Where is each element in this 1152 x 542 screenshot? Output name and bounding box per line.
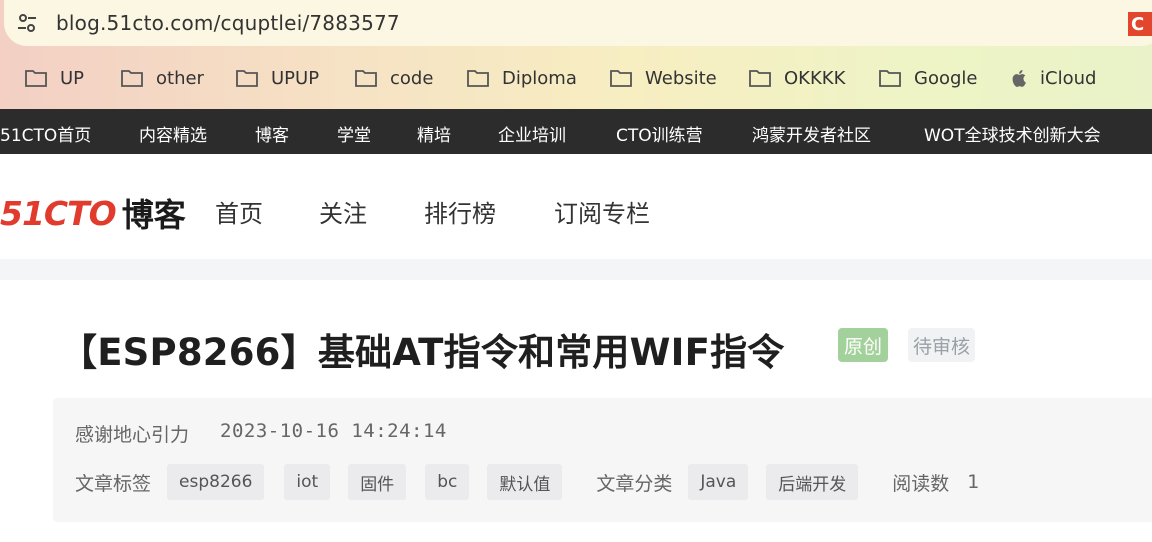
reads-count: 1: [967, 471, 980, 493]
author-name[interactable]: 感谢地心引力: [75, 420, 189, 447]
bookmark-label: OKKKK: [784, 67, 846, 89]
bookmark-folder-up[interactable]: UP: [24, 55, 84, 101]
bookmark-label: other: [156, 67, 204, 89]
folder-icon: [121, 70, 143, 87]
article-header: 【ESP8266】基础AT指令和常用WIF指令 原创 待审核 感谢地心引力 20…: [0, 280, 1152, 542]
publish-date: 2023-10-16 14:24:14: [220, 420, 447, 442]
folder-icon: [610, 70, 632, 87]
topnav-harmony[interactable]: 鸿蒙开发者社区: [752, 121, 871, 146]
bookmark-folder-code[interactable]: code: [354, 55, 433, 101]
topnav-wot[interactable]: WOT全球技术创新大会: [924, 121, 1101, 146]
bookmark-label: code: [390, 67, 434, 89]
bookmark-label: iCloud: [1040, 67, 1097, 89]
section-divider: [0, 259, 1152, 280]
tag-default-value[interactable]: 默认值: [487, 464, 563, 500]
topnav-51cto-home[interactable]: 51CTO首页: [0, 121, 91, 146]
topnav-training[interactable]: 精培: [417, 121, 451, 146]
nav-follow[interactable]: 关注: [319, 194, 367, 229]
folder-icon: [467, 70, 489, 87]
folder-icon: [879, 70, 901, 87]
bookmark-folder-other[interactable]: other: [120, 55, 204, 101]
bookmark-label: UPUP: [271, 67, 320, 89]
tags-row: 文章标签 esp8266 iot 固件 bc 默认值 文章分类 Java 后端开…: [75, 464, 979, 500]
topnav-edu[interactable]: 学堂: [337, 121, 371, 146]
folder-icon: [25, 70, 47, 87]
topnav-enterprise[interactable]: 企业培训: [498, 121, 566, 146]
url-text[interactable]: blog.51cto.com/cquptlei/7883577: [56, 11, 400, 35]
bookmark-folder-diploma[interactable]: Diploma: [466, 55, 577, 101]
logo-text-blog: 博客: [121, 196, 186, 234]
category-java[interactable]: Java: [688, 464, 749, 500]
topnav-cto-camp[interactable]: CTO训练营: [616, 121, 703, 146]
logo-text-51cto: 51CTO: [0, 193, 117, 233]
folder-icon: [749, 70, 771, 87]
bookmarks-bar: UP other UPUP code Diploma Website OKKKK: [0, 55, 1152, 101]
site-info-icon[interactable]: [4, 0, 50, 46]
topnav-featured[interactable]: 内容精选: [139, 121, 207, 146]
browser-chrome: blog.51cto.com/cquptlei/7883577 UP other…: [0, 0, 1152, 109]
topnav-blog[interactable]: 博客: [255, 121, 289, 146]
site-logo[interactable]: 51CTO 博客: [0, 190, 186, 236]
nav-home[interactable]: 首页: [215, 194, 263, 229]
bookmark-partial[interactable]: C: [1128, 12, 1152, 36]
tags-label: 文章标签: [75, 472, 152, 495]
bookmark-folder-okkkk[interactable]: OKKKK: [748, 55, 845, 101]
tag-firmware[interactable]: 固件: [348, 464, 407, 500]
article-title: 【ESP8266】基础AT指令和常用WIF指令: [60, 331, 785, 374]
article-meta: 感谢地心引力 2023-10-16 14:24:14 文章标签 esp8266 …: [53, 398, 1152, 522]
bookmark-icloud[interactable]: iCloud: [1010, 55, 1096, 101]
site-header: 51CTO 博客 首页 关注 排行榜 订阅专栏: [0, 154, 1152, 260]
bookmark-label: Google: [914, 67, 978, 89]
bookmark-folder-website[interactable]: Website: [609, 55, 717, 101]
bookmark-label: Diploma: [502, 67, 577, 89]
bookmark-label: Website: [645, 67, 717, 89]
site-top-nav: 51CTO首页 内容精选 博客 学堂 精培 企业培训 CTO训练营 鸿蒙开发者社…: [0, 109, 1152, 154]
nav-subscribe-column[interactable]: 订阅专栏: [554, 194, 650, 229]
address-bar[interactable]: blog.51cto.com/cquptlei/7883577: [4, 0, 1152, 46]
folder-icon: [236, 70, 258, 87]
category-backend[interactable]: 后端开发: [766, 464, 859, 500]
nav-ranking[interactable]: 排行榜: [424, 194, 496, 229]
tag-iot[interactable]: iot: [284, 464, 331, 500]
reads-label: 阅读数: [892, 472, 950, 495]
tag-bc[interactable]: bc: [425, 464, 470, 500]
apple-icon: [1012, 70, 1026, 87]
tag-esp8266[interactable]: esp8266: [167, 464, 265, 500]
original-badge: 原创: [838, 328, 889, 362]
bookmark-folder-google[interactable]: Google: [878, 55, 977, 101]
folder-icon: [355, 70, 377, 87]
bookmark-label: UP: [60, 67, 85, 89]
pending-review-badge: 待审核: [908, 328, 976, 362]
bookmark-folder-upup[interactable]: UPUP: [235, 55, 319, 101]
category-label: 文章分类: [596, 472, 673, 495]
